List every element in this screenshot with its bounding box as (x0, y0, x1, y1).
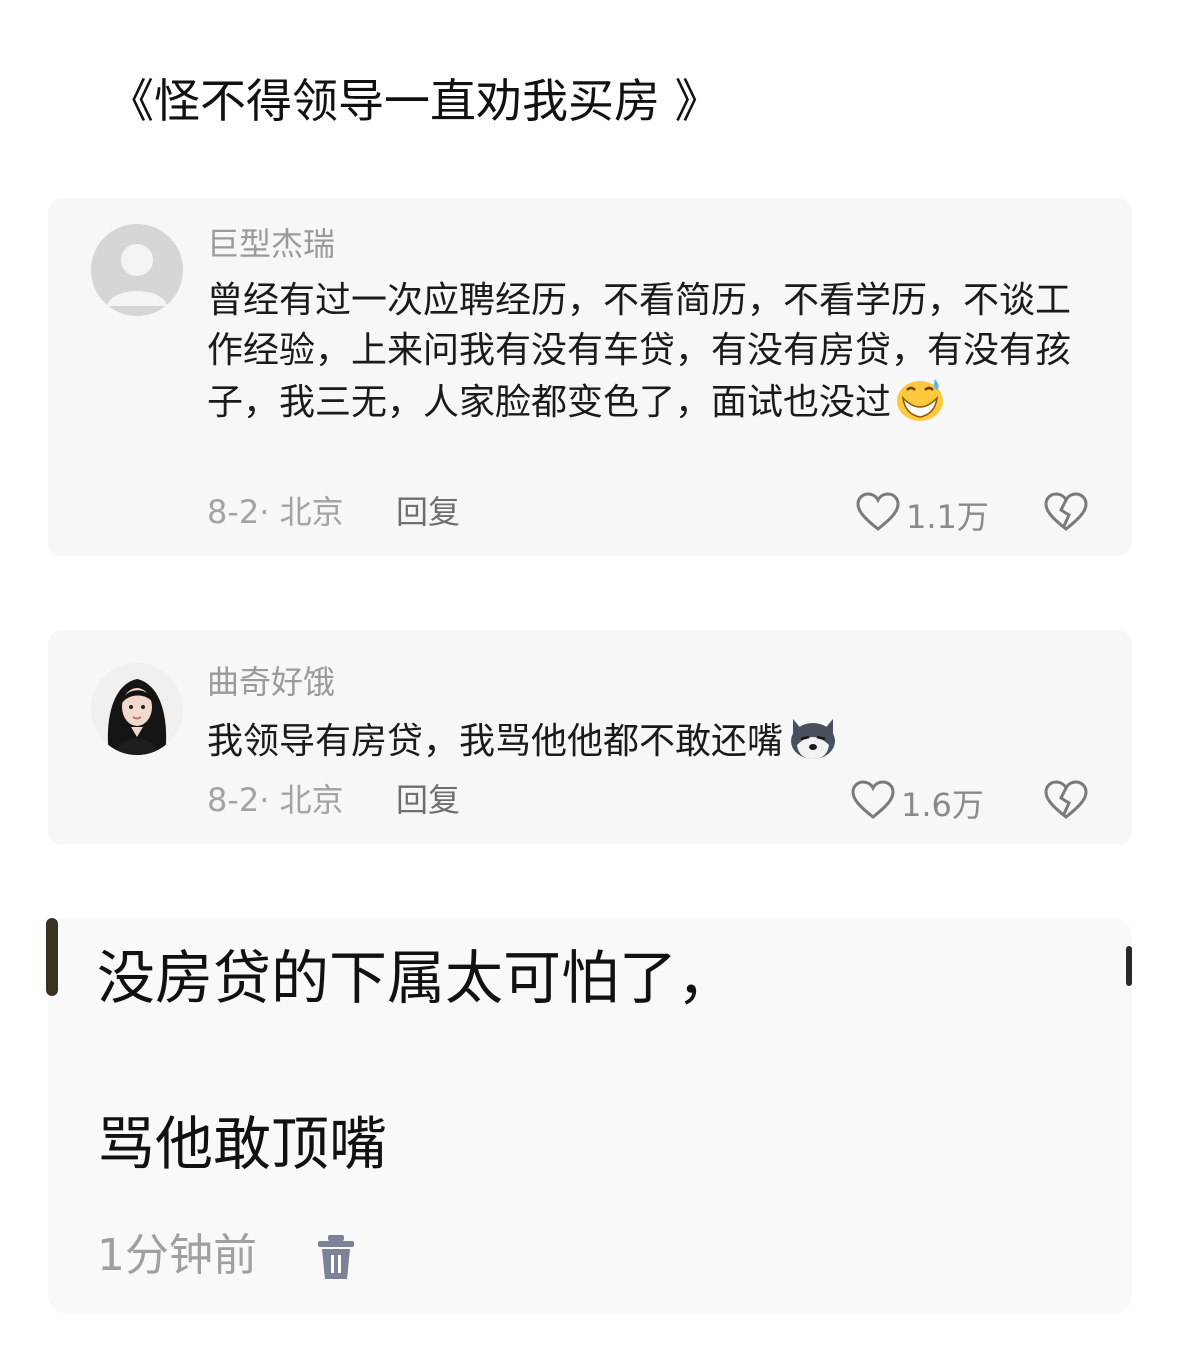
like-button[interactable]: 1.1万 (856, 492, 989, 541)
husky-dog-emoji-icon (787, 715, 839, 775)
comment-text: 曾经有过一次应聘经历，不看简历，不看学历，不谈工作经验，上来问我有没有车贷，有没… (207, 276, 1087, 436)
reply-button[interactable]: 回复 (396, 492, 460, 532)
woman-portrait-avatar[interactable] (91, 663, 183, 755)
heart-outline-icon (856, 492, 900, 541)
broken-heart-icon[interactable] (1044, 492, 1088, 532)
own-reply-text-line-1: 没房贷的下属太可怕了， (97, 944, 736, 1012)
like-count: 1.6万 (901, 785, 984, 824)
trash-icon[interactable] (314, 1233, 358, 1281)
heart-outline-icon (851, 780, 895, 829)
right-edge-decoration (1126, 946, 1132, 986)
comment-username[interactable]: 曲奇好饿 (207, 662, 335, 702)
like-count: 1.1万 (906, 497, 989, 536)
comment-text: 我领导有房贷，我骂他他都不敢还嘴 (207, 715, 1087, 775)
left-edge-decoration (46, 918, 58, 996)
own-reply-text-line-2: 骂他敢顶嘴 (97, 1110, 388, 1178)
reply-button[interactable]: 回复 (396, 780, 460, 820)
like-button[interactable]: 1.6万 (851, 780, 984, 829)
comment-date-location: 8-2· 北京 (207, 493, 344, 531)
own-reply-time: 1分钟前 (97, 1230, 257, 1281)
comment-date-location: 8-2· 北京 (207, 781, 344, 819)
comment-username[interactable]: 巨型杰瑞 (207, 224, 335, 264)
sweat-grin-emoji-icon (895, 376, 945, 436)
broken-heart-icon[interactable] (1044, 780, 1088, 820)
post-title: 《怪不得领导一直劝我买房 》 (108, 74, 721, 128)
default-avatar-icon[interactable] (91, 224, 183, 316)
